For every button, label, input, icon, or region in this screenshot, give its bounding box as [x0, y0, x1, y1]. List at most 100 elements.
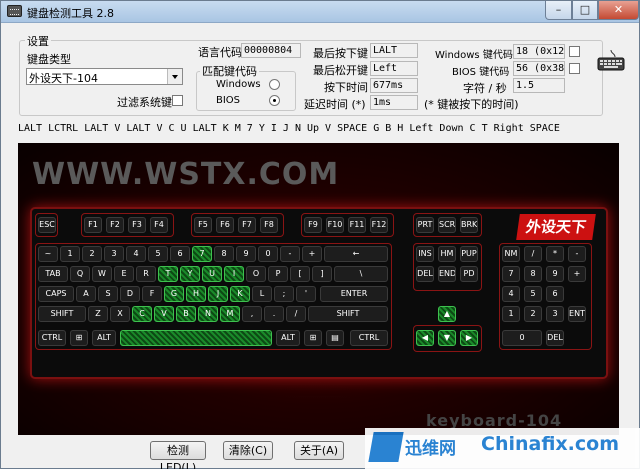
keyboard-key[interactable]: / [286, 306, 306, 322]
keyboard-key[interactable]: 2 [524, 306, 542, 322]
keyboard-key[interactable]: D [120, 286, 140, 302]
keyboard-key[interactable]: ] [312, 266, 332, 282]
keyboard-key[interactable]: V [154, 306, 174, 322]
keyboard-key[interactable]: B [176, 306, 196, 322]
keyboard-key[interactable]: T [158, 266, 178, 282]
keyboard-key[interactable]: CTRL [38, 330, 66, 346]
keyboard-key[interactable]: ESC [38, 217, 56, 233]
keyboard-key[interactable]: 7 [192, 246, 212, 262]
title-bar[interactable]: 键盘检测工具 2.8 – □ ✕ [1, 1, 639, 23]
match-bios-radio[interactable] [269, 95, 280, 106]
keyboard-key[interactable]: INS [416, 246, 434, 262]
keyboard-key[interactable]: ← [324, 246, 388, 262]
keyboard-key[interactable]: 6 [546, 286, 564, 302]
keyboard-key[interactable]: 9 [236, 246, 256, 262]
keyboard-key[interactable]: F11 [348, 217, 366, 233]
keyboard-key[interactable]: P [268, 266, 288, 282]
keyboard-key[interactable]: ; [274, 286, 294, 302]
keyboard-key[interactable]: 4 [126, 246, 146, 262]
keyboard-key[interactable]: 6 [170, 246, 190, 262]
keyboard-key[interactable]: DEL [546, 330, 564, 346]
keyboard-key[interactable]: - [568, 246, 586, 262]
keyboard-key[interactable]: Q [70, 266, 90, 282]
match-windows-radio[interactable] [269, 79, 280, 90]
keyboard-key[interactable]: PRT [416, 217, 434, 233]
keyboard-key[interactable]: 1 [502, 306, 520, 322]
keyboard-key[interactable]: HM [438, 246, 456, 262]
keyboard-key[interactable]: END [438, 266, 456, 282]
keyboard-key[interactable]: ◀ [416, 330, 434, 346]
dropdown-arrow-icon[interactable] [167, 69, 182, 84]
keyboard-key[interactable]: F12 [370, 217, 388, 233]
keyboard-key[interactable]: - [280, 246, 300, 262]
keyboard-key[interactable]: F5 [194, 217, 212, 233]
keyboard-key[interactable]: F10 [326, 217, 344, 233]
about-button[interactable]: 关于(A) [294, 441, 344, 460]
keyboard-key[interactable]: F3 [128, 217, 146, 233]
keyboard-key[interactable]: SCRL [438, 217, 456, 233]
keyboard-key[interactable]: F8 [260, 217, 278, 233]
keyboard-key[interactable]: TAB [38, 266, 68, 282]
keyboard-key[interactable]: PUP [460, 246, 478, 262]
keyboard-key[interactable]: R [136, 266, 156, 282]
keyboard-key[interactable]: \ [334, 266, 388, 282]
keyboard-key[interactable] [120, 330, 272, 346]
keyboard-key[interactable]: X [110, 306, 130, 322]
keyboard-key[interactable]: SHIFT [308, 306, 388, 322]
keyboard-key[interactable]: + [568, 266, 586, 282]
keyboard-key[interactable]: K [230, 286, 250, 302]
detect-led-button[interactable]: 检测LED(L) [150, 441, 206, 469]
keyboard-key[interactable]: 0 [502, 330, 542, 346]
keyboard-key[interactable]: C [132, 306, 152, 322]
keyboard-key[interactable]: F2 [106, 217, 124, 233]
filter-system-keys-checkbox[interactable] [172, 95, 183, 106]
keyboard-key[interactable]: Z [88, 306, 108, 322]
keyboard-key[interactable]: 7 [502, 266, 520, 282]
keyboard-key[interactable]: PD [460, 266, 478, 282]
keyboard-key[interactable]: 9 [546, 266, 564, 282]
keyboard-key[interactable]: G [164, 286, 184, 302]
keyboard-key[interactable]: 8 [524, 266, 542, 282]
keyboard-key[interactable]: , [242, 306, 262, 322]
keyboard-key[interactable]: J [208, 286, 228, 302]
keyboard-key[interactable]: 0 [258, 246, 278, 262]
keyboard-key[interactable]: L [252, 286, 272, 302]
keyboard-key[interactable]: CTRL [350, 330, 388, 346]
keyboard-key[interactable]: DEL [416, 266, 434, 282]
keyboard-key[interactable]: ⊞ [70, 330, 88, 346]
keyboard-key[interactable]: 5 [148, 246, 168, 262]
keyboard-key[interactable]: * [546, 246, 564, 262]
keyboard-key[interactable]: A [76, 286, 96, 302]
keyboard-key[interactable]: M [220, 306, 240, 322]
keyboard-key[interactable]: W [92, 266, 112, 282]
close-button[interactable]: ✕ [598, 1, 639, 20]
keyboard-key[interactable]: 3 [104, 246, 124, 262]
keyboard-key[interactable]: BRK [460, 217, 478, 233]
keyboard-key[interactable]: 8 [214, 246, 234, 262]
keyboard-key[interactable]: 5 [524, 286, 542, 302]
keyboard-key[interactable]: NM [502, 246, 520, 262]
keyboard-key[interactable]: ENT [568, 306, 586, 322]
keyboard-key[interactable]: ▲ [438, 306, 456, 322]
keyboard-key[interactable]: ' [296, 286, 316, 302]
keyboard-key[interactable]: O [246, 266, 266, 282]
keyboard-key[interactable]: / [524, 246, 542, 262]
keyboard-key[interactable]: . [264, 306, 284, 322]
keyboard-key[interactable]: ALT [92, 330, 116, 346]
keyboard-key[interactable]: ENTER [320, 286, 388, 302]
keyboard-key[interactable]: CAPS [38, 286, 74, 302]
keyboard-key[interactable]: ⊞ [304, 330, 322, 346]
keyboard-key[interactable]: SHIFT [38, 306, 86, 322]
keyboard-key[interactable]: ▶ [460, 330, 478, 346]
keyboard-key[interactable]: I [224, 266, 244, 282]
keyboard-key[interactable]: N [198, 306, 218, 322]
keyboard-key[interactable]: F4 [150, 217, 168, 233]
keyboard-key[interactable]: F1 [84, 217, 102, 233]
keyboard-key[interactable]: ▤ [326, 330, 344, 346]
keyboard-key[interactable]: 3 [546, 306, 564, 322]
keyboard-key[interactable]: E [114, 266, 134, 282]
keyboard-key[interactable]: F [142, 286, 162, 302]
clear-button[interactable]: 清除(C) [223, 441, 273, 460]
keyboard-key[interactable]: ~ [38, 246, 58, 262]
keyboard-key[interactable]: ALT [276, 330, 300, 346]
